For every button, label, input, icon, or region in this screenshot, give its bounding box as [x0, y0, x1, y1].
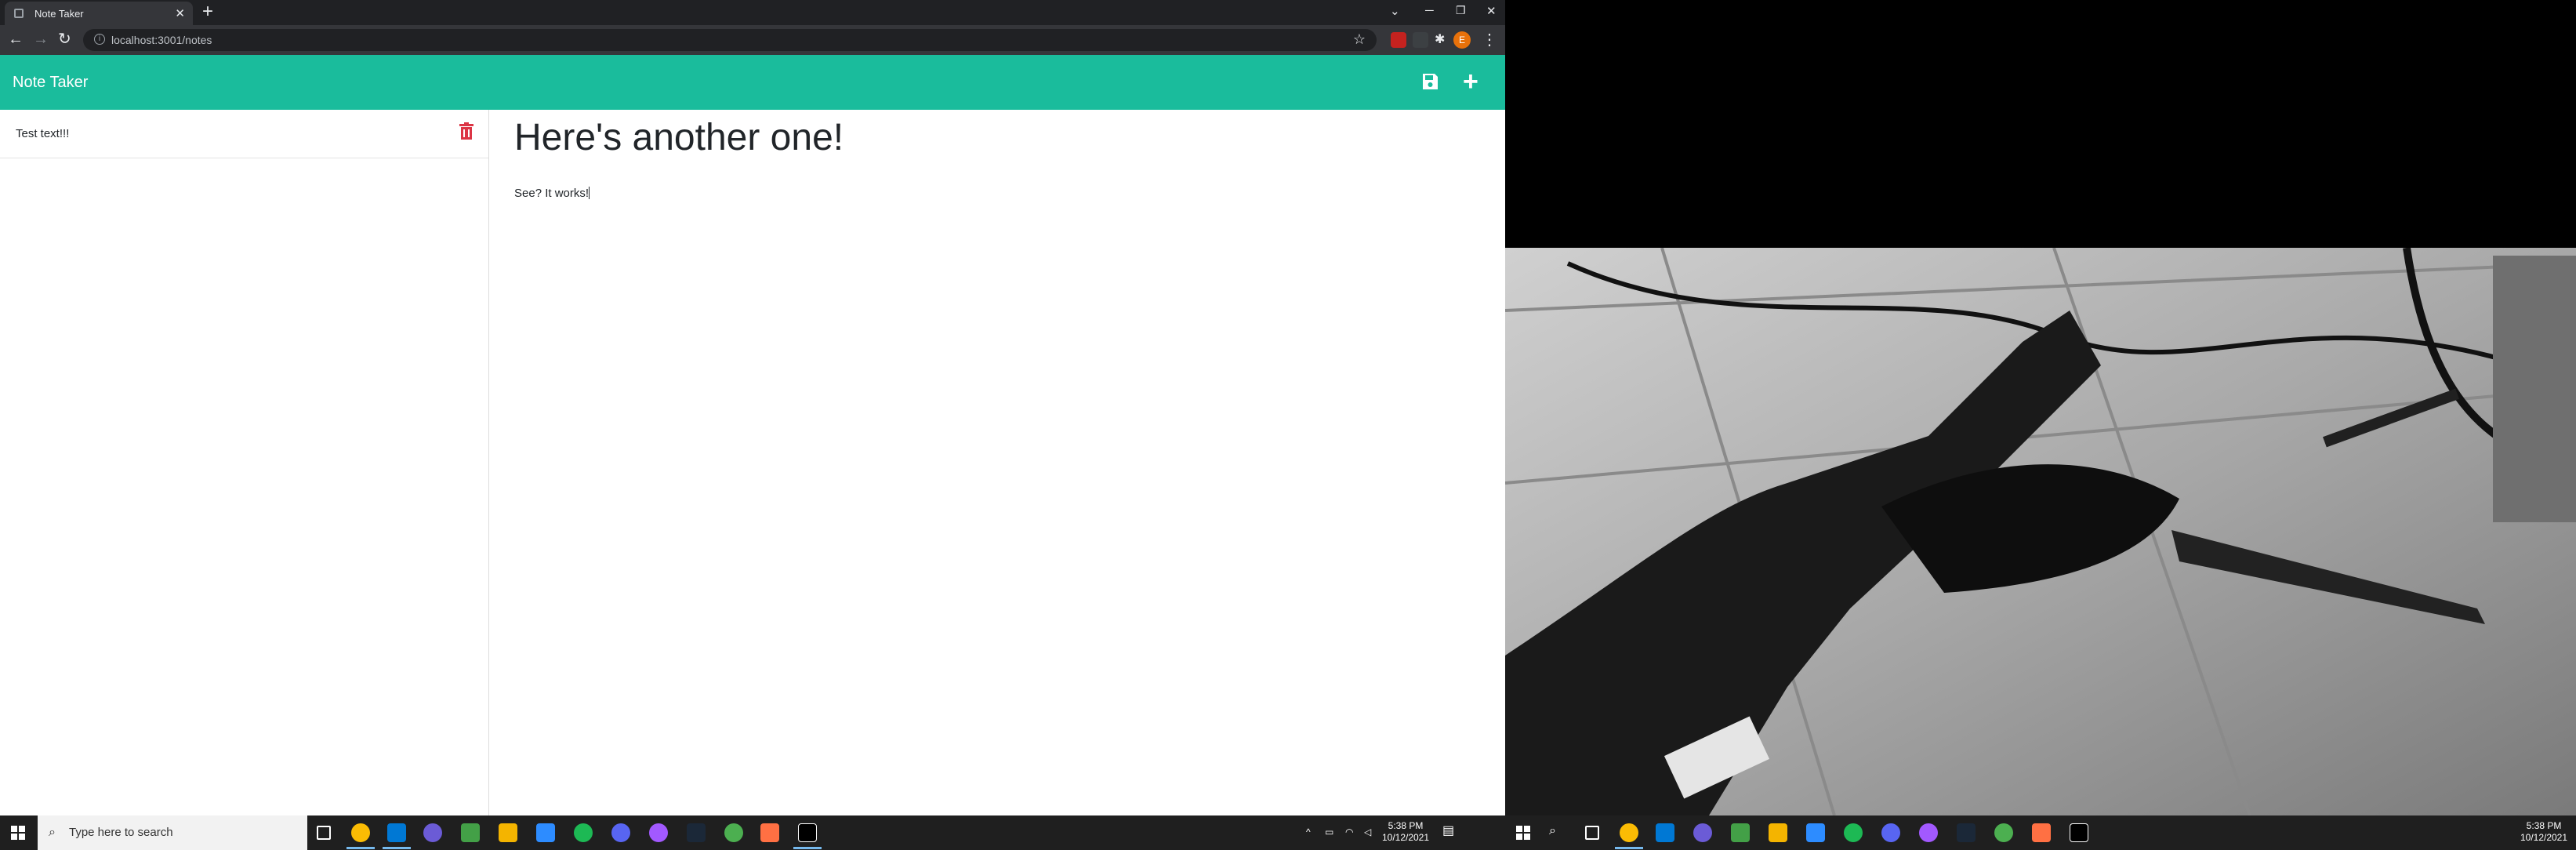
tab-title: Note Taker	[34, 8, 84, 20]
node-icon[interactable]	[461, 823, 480, 842]
clock-time: 5:38 PM	[2526, 820, 2562, 831]
address-url[interactable]: localhost:3001/notes	[111, 34, 212, 46]
delete-note-trash-icon[interactable]	[459, 122, 473, 140]
extensions-puzzle-icon[interactable]: ✱	[1435, 31, 1450, 47]
taskbar-right: ⌕ 5:38 PM 10/12/2021	[1505, 815, 2576, 850]
zoom-icon[interactable]	[1806, 823, 1825, 842]
wifi-icon[interactable]: ◠	[1345, 826, 1353, 838]
new-tab-button[interactable]: +	[202, 2, 213, 21]
browser-tab-strip: Note Taker ✕ + ⌄ ─ ❐ ✕	[0, 0, 1505, 25]
active-app-indicator	[383, 847, 411, 849]
search-placeholder: Type here to search	[69, 826, 173, 839]
browser-toolbar: ← → ↻ i localhost:3001/notes ☆ ✱ E ⋮	[0, 25, 1505, 55]
minimize-icon[interactable]: ─	[1425, 4, 1434, 17]
new-note-plus-icon[interactable]: +	[1463, 68, 1478, 95]
steam-icon[interactable]	[687, 823, 706, 842]
vscode-icon[interactable]	[387, 823, 406, 842]
clock-date: 10/12/2021	[1381, 832, 1430, 843]
steam-icon[interactable]	[1957, 823, 1976, 842]
site-info-icon[interactable]: i	[94, 34, 105, 45]
save-note-icon[interactable]	[1420, 72, 1439, 91]
clock[interactable]: 5:38 PM 10/12/2021	[1380, 820, 1431, 844]
discord-icon[interactable]	[1881, 823, 1900, 842]
text-caret	[589, 187, 590, 199]
tab-close-icon[interactable]: ✕	[175, 6, 185, 20]
search-icon: ⌕	[49, 826, 56, 839]
extension-icon[interactable]	[1413, 32, 1428, 48]
reload-icon[interactable]: ↻	[58, 31, 71, 48]
app-navbar: Note Taker +	[0, 55, 1505, 110]
task-view-icon[interactable]	[317, 826, 331, 840]
restore-icon[interactable]: ❐	[1456, 4, 1466, 17]
node-icon[interactable]	[1731, 823, 1750, 842]
address-bar[interactable]: i localhost:3001/notes ☆	[83, 29, 1377, 51]
zoom-icon[interactable]	[536, 823, 555, 842]
window-close-icon[interactable]: ✕	[1486, 4, 1497, 18]
windows-start-icon[interactable]	[1516, 826, 1530, 840]
task-view-icon[interactable]	[1585, 826, 1599, 840]
windows-start-icon[interactable]	[11, 826, 25, 840]
clock-date: 10/12/2021	[2520, 832, 2568, 843]
active-app-indicator	[1615, 847, 1643, 849]
clock[interactable]: 5:38 PM 10/12/2021	[2518, 820, 2570, 844]
note-textarea[interactable]: See? It works!	[514, 187, 1478, 200]
browser-tab[interactable]: Note Taker ✕	[5, 2, 193, 25]
discord-icon[interactable]	[611, 823, 630, 842]
app-icon[interactable]	[760, 823, 779, 842]
app-icon[interactable]	[724, 823, 743, 842]
note-list: Test text!!!	[0, 110, 489, 815]
notifications-icon[interactable]: ▤	[1442, 825, 1454, 837]
chrome-icon[interactable]	[1620, 823, 1638, 842]
app-icon[interactable]	[423, 823, 442, 842]
terminal-icon[interactable]	[798, 823, 817, 842]
note-editor: Here's another one! See? It works!	[514, 116, 1478, 200]
taskbar-search-input[interactable]: ⌕ Type here to search	[38, 815, 307, 850]
app-icon[interactable]	[2032, 823, 2051, 842]
note-taker-app: Note Taker + Test text!!! Here's another…	[0, 55, 1505, 815]
desktop-wallpaper-photo	[1505, 248, 2576, 815]
back-icon[interactable]: ←	[8, 31, 24, 48]
desktop: Note Taker ✕ + ⌄ ─ ❐ ✕ ← → ↻ i localhost…	[0, 0, 2576, 850]
git-icon[interactable]	[1769, 823, 1787, 842]
left-monitor: Note Taker ✕ + ⌄ ─ ❐ ✕ ← → ↻ i localhost…	[0, 0, 1505, 850]
note-list-title[interactable]: Test text!!!	[16, 127, 69, 140]
clock-time: 5:38 PM	[1388, 820, 1424, 831]
active-app-indicator	[793, 847, 822, 849]
show-hidden-icons-chevron-icon[interactable]: ^	[1306, 826, 1311, 838]
note-title-input[interactable]: Here's another one!	[514, 116, 1478, 163]
network-icon[interactable]: ▭	[1325, 826, 1333, 838]
note-text-content: See? It works!	[514, 187, 590, 200]
active-app-indicator	[346, 847, 375, 849]
tab-search-icon[interactable]: ⌄	[1390, 4, 1400, 18]
terminal-icon[interactable]	[2070, 823, 2088, 842]
bookmark-star-icon[interactable]: ☆	[1353, 31, 1366, 48]
messenger-icon[interactable]	[649, 823, 668, 842]
app-title[interactable]: Note Taker	[13, 74, 88, 92]
right-monitor: ⌕ 5:38 PM 10/12/2021	[1505, 0, 2576, 850]
extension-icon[interactable]	[1391, 32, 1406, 48]
taskbar-left: ⌕ Type here to search ^ ▭ ◠ ◁ 5:38 PM 10…	[0, 815, 1505, 850]
search-icon[interactable]: ⌕	[1549, 825, 1556, 837]
messenger-icon[interactable]	[1919, 823, 1938, 842]
browser-menu-icon[interactable]: ⋮	[1482, 30, 1497, 49]
page-favicon-icon	[14, 9, 24, 18]
app-icon[interactable]	[1994, 823, 2013, 842]
volume-icon[interactable]: ◁	[1364, 826, 1371, 838]
git-icon[interactable]	[499, 823, 517, 842]
forward-icon[interactable]: →	[33, 31, 49, 48]
app-icon[interactable]	[1693, 823, 1712, 842]
spotify-icon[interactable]	[1844, 823, 1863, 842]
chrome-icon[interactable]	[351, 823, 370, 842]
list-item[interactable]: Test text!!!	[0, 110, 488, 158]
spotify-icon[interactable]	[574, 823, 593, 842]
profile-avatar[interactable]: E	[1453, 31, 1471, 49]
vscode-icon[interactable]	[1656, 823, 1674, 842]
